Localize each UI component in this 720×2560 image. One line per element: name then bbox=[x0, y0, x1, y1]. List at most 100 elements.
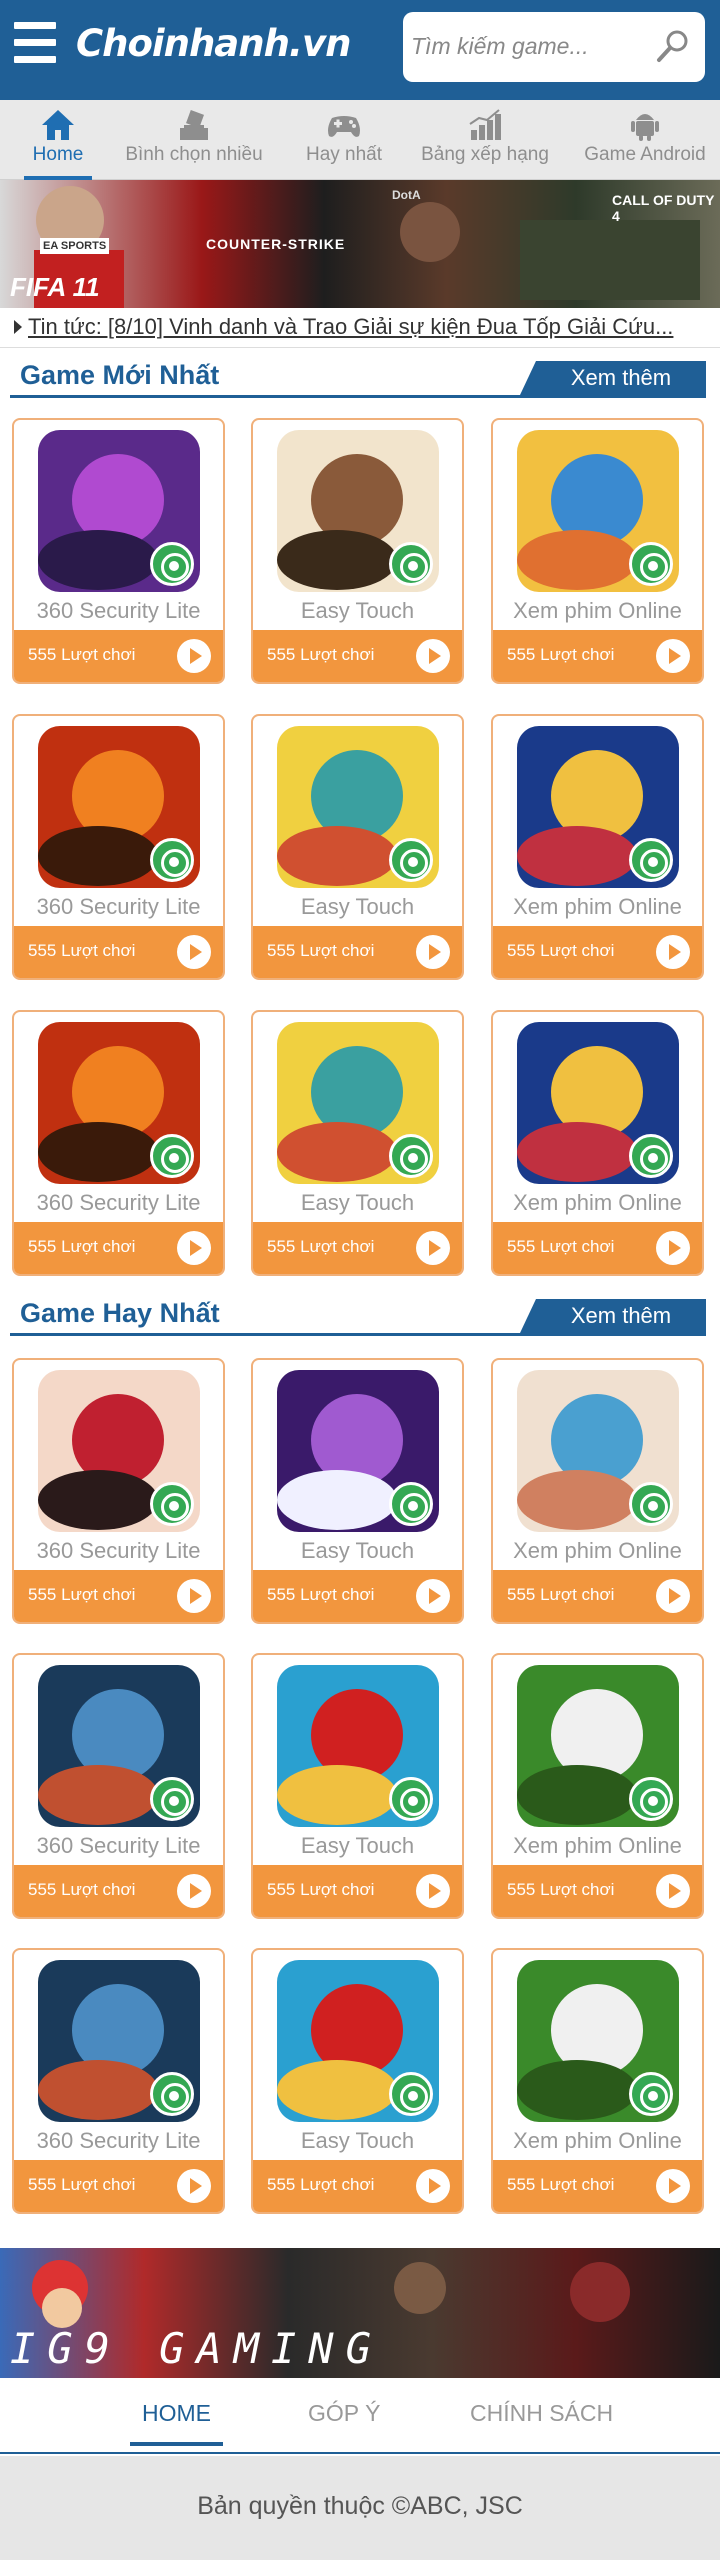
game-icon[interactable] bbox=[277, 1960, 439, 2122]
menu-icon[interactable] bbox=[14, 22, 56, 68]
game-icon[interactable] bbox=[517, 1960, 679, 2122]
play-button-icon[interactable] bbox=[416, 1231, 450, 1265]
game-card[interactable]: Easy Touch 555 Lượt chơi bbox=[251, 1010, 464, 1276]
game-card-footer: 555 Lượt chơi bbox=[253, 926, 462, 978]
promo-banner[interactable]: FIFA 11 COUNTER-STRIKE CALL OF DUTY 4 EA… bbox=[0, 180, 720, 308]
game-card[interactable]: Xem phim Online 555 Lượt chơi bbox=[491, 1948, 704, 2214]
see-more-button[interactable]: Xem thêm bbox=[520, 1299, 706, 1333]
nav-item-vote[interactable]: Bình chọn nhiều bbox=[122, 100, 266, 180]
game-name: Xem phim Online bbox=[513, 2128, 682, 2153]
game-icon[interactable] bbox=[277, 1022, 439, 1184]
play-count: 555 Lượt chơi bbox=[28, 2175, 136, 2194]
footer-link-feedback[interactable]: GÓP Ý bbox=[308, 2400, 380, 2427]
site-logo[interactable]: Choinhanh.vn bbox=[76, 22, 351, 65]
nav-item-android[interactable]: Game Android bbox=[580, 100, 710, 180]
nav-item-home[interactable]: Home bbox=[24, 100, 92, 180]
game-icon[interactable] bbox=[38, 1960, 200, 2122]
play-button-icon[interactable] bbox=[177, 935, 211, 969]
game-icon[interactable] bbox=[517, 1022, 679, 1184]
game-card[interactable]: Xem phim Online 555 Lượt chơi bbox=[491, 418, 704, 684]
gaming-banner[interactable]: IG9 GAMING bbox=[0, 2248, 720, 2378]
game-icon[interactable] bbox=[517, 1665, 679, 1827]
gamepad-badge-icon bbox=[150, 2072, 194, 2116]
game-card-footer: 555 Lượt chơi bbox=[493, 2160, 702, 2212]
play-button-icon[interactable] bbox=[416, 639, 450, 673]
see-more-button[interactable]: Xem thêm bbox=[520, 361, 706, 395]
game-icon[interactable] bbox=[517, 726, 679, 888]
game-icon[interactable] bbox=[517, 430, 679, 592]
gamepad-badge-icon bbox=[150, 1134, 194, 1178]
news-ticker[interactable]: Tin tức: [8/10] Vinh danh và Trao Giải s… bbox=[0, 308, 720, 348]
play-button-icon[interactable] bbox=[177, 1874, 211, 1908]
game-card-footer: 555 Lượt chơi bbox=[253, 1865, 462, 1917]
game-card[interactable]: 360 Security Lite 555 Lượt chơi bbox=[12, 1948, 225, 2214]
game-card[interactable]: 360 Security Lite 555 Lượt chơi bbox=[12, 714, 225, 980]
game-card[interactable]: 360 Security Lite 555 Lượt chơi bbox=[12, 1010, 225, 1276]
game-icon[interactable] bbox=[277, 1665, 439, 1827]
gaming-banner-text: IG9 GAMING bbox=[10, 2324, 383, 2373]
play-button-icon[interactable] bbox=[656, 935, 690, 969]
banner-title-cod: CALL OF DUTY 4 bbox=[612, 192, 715, 224]
game-card[interactable]: 360 Security Lite 555 Lượt chơi bbox=[12, 1358, 225, 1624]
game-card-footer: 555 Lượt chơi bbox=[14, 630, 223, 682]
game-card[interactable]: Easy Touch 555 Lượt chơi bbox=[251, 1358, 464, 1624]
game-card[interactable]: Easy Touch 555 Lượt chơi bbox=[251, 418, 464, 684]
play-button-icon[interactable] bbox=[177, 639, 211, 673]
game-icon[interactable] bbox=[38, 430, 200, 592]
play-button-icon[interactable] bbox=[416, 935, 450, 969]
play-button-icon[interactable] bbox=[416, 2169, 450, 2203]
play-button-icon[interactable] bbox=[656, 1231, 690, 1265]
news-ticker-text[interactable]: Tin tức: [8/10] Vinh danh và Trao Giải s… bbox=[28, 314, 708, 340]
play-button-icon[interactable] bbox=[656, 1579, 690, 1613]
nav-item-best[interactable]: Hay nhất bbox=[300, 100, 388, 180]
play-button-icon[interactable] bbox=[177, 2169, 211, 2203]
game-name: Easy Touch bbox=[300, 2128, 415, 2153]
game-card[interactable]: 360 Security Lite 555 Lượt chơi bbox=[12, 418, 225, 684]
game-card[interactable]: Xem phim Online 555 Lượt chơi bbox=[491, 714, 704, 980]
main-nav: Home Bình chọn nhiều Hay nhất Bảng xếp h… bbox=[0, 100, 720, 180]
game-icon[interactable] bbox=[277, 1370, 439, 1532]
game-name: Easy Touch bbox=[300, 894, 415, 919]
gamepad-badge-icon bbox=[150, 1482, 194, 1526]
play-count: 555 Lượt chơi bbox=[267, 1237, 375, 1256]
play-button-icon[interactable] bbox=[656, 639, 690, 673]
play-button-icon[interactable] bbox=[177, 1579, 211, 1613]
play-button-icon[interactable] bbox=[177, 1231, 211, 1265]
footer-link-home[interactable]: HOME bbox=[130, 2400, 223, 2446]
section-header-newest: Game Mới Nhất Xem thêm bbox=[10, 358, 706, 398]
nav-label: Game Android bbox=[584, 144, 706, 165]
gamepad-badge-icon bbox=[629, 542, 673, 586]
play-count: 555 Lượt chơi bbox=[28, 1237, 136, 1256]
game-card[interactable]: Xem phim Online 555 Lượt chơi bbox=[491, 1653, 704, 1919]
play-count: 555 Lượt chơi bbox=[28, 1880, 136, 1899]
copyright-text: Bản quyền thuộc ©ABC, JSC bbox=[0, 2456, 720, 2560]
game-icon[interactable] bbox=[517, 1370, 679, 1532]
play-button-icon[interactable] bbox=[656, 2169, 690, 2203]
play-button-icon[interactable] bbox=[656, 1874, 690, 1908]
page: Choinhanh.vn Tìm kiếm game... Home Bình … bbox=[0, 0, 720, 2560]
footer-link-policy[interactable]: CHÍNH SÁCH bbox=[470, 2400, 613, 2427]
game-card[interactable]: Easy Touch 555 Lượt chơi bbox=[251, 1653, 464, 1919]
game-card[interactable]: Easy Touch 555 Lượt chơi bbox=[251, 714, 464, 980]
play-button-icon[interactable] bbox=[416, 1874, 450, 1908]
game-icon[interactable] bbox=[277, 430, 439, 592]
game-icon[interactable] bbox=[38, 726, 200, 888]
play-button-icon[interactable] bbox=[416, 1579, 450, 1613]
game-icon[interactable] bbox=[277, 726, 439, 888]
game-card[interactable]: Xem phim Online 555 Lượt chơi bbox=[491, 1010, 704, 1276]
arrow-right-icon bbox=[14, 320, 22, 334]
play-count: 555 Lượt chơi bbox=[267, 1880, 375, 1899]
game-card[interactable]: Xem phim Online 555 Lượt chơi bbox=[491, 1358, 704, 1624]
game-card[interactable]: 360 Security Lite 555 Lượt chơi bbox=[12, 1653, 225, 1919]
game-icon[interactable] bbox=[38, 1665, 200, 1827]
search-box[interactable]: Tìm kiếm game... bbox=[403, 12, 705, 82]
game-icon[interactable] bbox=[38, 1022, 200, 1184]
play-count: 555 Lượt chơi bbox=[28, 1585, 136, 1604]
nav-item-ranking[interactable]: Bảng xếp hạng bbox=[418, 100, 552, 180]
game-card-footer: 555 Lượt chơi bbox=[253, 1570, 462, 1622]
search-input[interactable]: Tìm kiếm game... bbox=[411, 33, 589, 60]
game-name: Easy Touch bbox=[300, 1833, 415, 1858]
game-card[interactable]: Easy Touch 555 Lượt chơi bbox=[251, 1948, 464, 2214]
game-icon[interactable] bbox=[38, 1370, 200, 1532]
search-icon[interactable] bbox=[655, 28, 691, 64]
